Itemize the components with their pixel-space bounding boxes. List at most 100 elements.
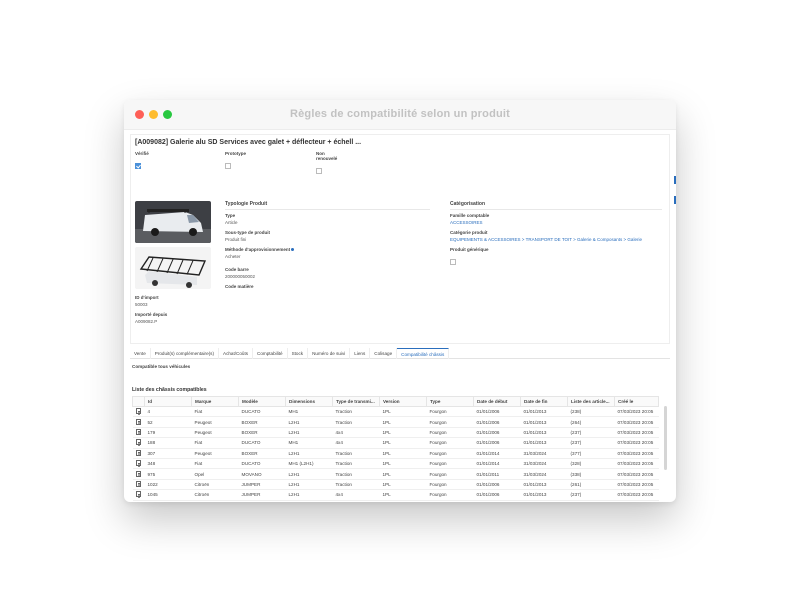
document-icon[interactable] xyxy=(135,491,141,498)
barcode-value: 200000050002 xyxy=(225,274,256,279)
table-cell: 1PL xyxy=(379,427,427,439)
flag-label: Prototype xyxy=(225,151,247,156)
generic-checkbox[interactable] xyxy=(450,259,456,265)
tab-2[interactable]: Achat/Coûts xyxy=(219,348,254,359)
table-cell: 1PL xyxy=(379,489,427,501)
table-cell: 1045 xyxy=(144,489,192,501)
document-icon[interactable] xyxy=(135,480,141,487)
table-cell: 01/01/2006 xyxy=(473,437,521,449)
table-row[interactable]: 4 Fiat DUCATO MH1 Traction 1PL Fourgon 01/01/20… xyxy=(132,406,659,418)
table-cell: 1PL xyxy=(379,448,427,459)
tab-7[interactable]: Colisage xyxy=(370,348,398,359)
table-row[interactable]: 307 Peugeot BOXER L2H1 Traction 1PL Fourgon 01/… xyxy=(132,448,659,459)
table-cell: 307 xyxy=(144,448,192,459)
table-cell: JUMPER xyxy=(238,489,286,501)
table-cell: 4x4 xyxy=(332,437,380,449)
tab-0[interactable]: Vente xyxy=(130,348,151,359)
verified-checkbox[interactable] xyxy=(135,163,141,169)
table-cell: L2H1 xyxy=(285,427,333,439)
table-cell: 1022 xyxy=(144,479,192,491)
document-icon[interactable] xyxy=(135,470,141,477)
category-link[interactable]: EQUIPEMENTS & ACCESSOIRES > TRANSPORT DE… xyxy=(450,237,662,242)
tab-4[interactable]: Stock xyxy=(288,348,309,359)
prototype-checkbox[interactable] xyxy=(225,163,231,169)
tab-3[interactable]: Comptabilité xyxy=(253,348,288,359)
product-image-rack[interactable] xyxy=(135,247,211,289)
table-cell: 07/03/2023 20:05 xyxy=(614,437,659,449)
table-cell: 4x4 xyxy=(332,489,380,501)
table-cell: (238) xyxy=(567,406,615,418)
table-row[interactable]: 52 Peugeot BOXER L2H1 Traction 1PL Fourgon 01/0… xyxy=(132,416,659,428)
table-cell: Peugeot xyxy=(191,427,239,439)
table-cell: MH1 (L2H1) xyxy=(285,458,333,470)
table-row[interactable]: 975 Opel MOVANO L2H1 Traction 1PL Fourgon 01/01… xyxy=(132,468,659,480)
table-cell: 01/01/2006 xyxy=(473,416,521,428)
table-cell: Fourgon xyxy=(426,448,474,459)
table-cell: 07/03/2023 20:05 xyxy=(614,406,659,418)
column-header[interactable]: Version xyxy=(379,396,427,407)
document-icon[interactable] xyxy=(135,418,141,425)
table-cell: Traction xyxy=(332,468,380,480)
table-cell: (328) xyxy=(567,458,615,470)
document-icon[interactable] xyxy=(135,428,141,435)
column-header[interactable]: Type de transmi... xyxy=(332,396,380,407)
info-icon[interactable] xyxy=(291,248,295,252)
method-label-text: Méthode d'approvisionnement xyxy=(225,247,291,252)
table-cell: 1PL xyxy=(379,437,427,449)
column-header[interactable]: Date de fin xyxy=(520,396,568,407)
table-cell: JUMPER xyxy=(238,479,286,491)
barcode-label: Code barre xyxy=(225,267,249,272)
category-label: Catégorie produit xyxy=(450,230,488,235)
column-header[interactable]: Type xyxy=(426,396,474,407)
table-cell: BOXER xyxy=(238,427,286,439)
table-cell: 01/01/2011 xyxy=(473,468,521,480)
table-row[interactable]: 188 Fiat DUCATO MH1 4x4 1PL Fourgon 01/01/2006 0… xyxy=(132,437,659,449)
tab-6[interactable]: Liens xyxy=(350,348,371,359)
table-cell: BOXER xyxy=(238,448,286,459)
document-icon[interactable] xyxy=(135,449,141,456)
tab-8[interactable]: Compatibilité châssis xyxy=(397,348,450,359)
column-header[interactable]: Modèle xyxy=(238,396,286,407)
table-cell: 1PL xyxy=(379,406,427,418)
column-header[interactable]: Dimensions xyxy=(285,396,333,407)
column-header[interactable]: Date de début xyxy=(473,396,521,407)
method-value: Acheter xyxy=(225,254,241,259)
subtype-label: Sous-type de produit xyxy=(225,230,270,235)
document-icon[interactable] xyxy=(135,460,141,467)
tab-1[interactable]: Produit(s) complémentaire(s) xyxy=(151,348,219,359)
row-icon-cell xyxy=(132,458,145,470)
table-row[interactable]: 348 Fiat DUCATO MH1 (L2H1) Traction 1PL Fourgo… xyxy=(132,458,659,470)
table-row[interactable]: 179 Peugeot BOXER L2H1 4x4 1PL Fourgon 01/01/20… xyxy=(132,427,659,439)
icon-column-header xyxy=(132,396,145,407)
table-cell: Citroën xyxy=(191,489,239,501)
table-cell: Peugeot xyxy=(191,448,239,459)
table-cell: L2H1 xyxy=(285,416,333,428)
table-cell: Traction xyxy=(332,416,380,428)
table-scrollbar[interactable] xyxy=(664,406,667,470)
table-cell: Traction xyxy=(332,479,380,491)
imported-from-value: A009082.P xyxy=(135,319,158,324)
product-image-van[interactable] xyxy=(135,201,211,243)
column-header[interactable]: Marque xyxy=(191,396,239,407)
table-cell: 1PL xyxy=(379,458,427,470)
family-link[interactable]: ACCESSOIRES xyxy=(450,220,662,225)
typologie-section: Typologie Produit Type Article Sous-type… xyxy=(225,201,430,294)
document-icon[interactable] xyxy=(135,408,141,415)
table-row[interactable]: 1022 Citroën JUMPER L2H1 Traction 1PL Fourgon 0… xyxy=(132,479,659,491)
row-icon-cell xyxy=(132,479,145,491)
table-row[interactable]: 1045 Citroën JUMPER L2H1 4x4 1PL Fourgon 01/01/… xyxy=(132,489,659,501)
document-icon[interactable] xyxy=(135,439,141,446)
table-cell: MOVANO xyxy=(238,468,286,480)
table-cell: 348 xyxy=(144,458,192,470)
not-renewed-checkbox[interactable] xyxy=(316,168,322,174)
column-header[interactable]: Id xyxy=(144,396,192,407)
row-icon-cell xyxy=(132,416,145,428)
table-cell: 01/01/2006 xyxy=(473,489,521,501)
table-cell: DUCATO xyxy=(238,437,286,449)
table-cell: (237) xyxy=(567,437,615,449)
column-header[interactable]: Liste des article... xyxy=(567,396,615,407)
column-header[interactable]: Créé le xyxy=(614,396,659,407)
table-cell: Opel xyxy=(191,468,239,480)
tab-5[interactable]: Numéro de suivi xyxy=(308,348,351,359)
type-value: Article xyxy=(225,220,238,225)
